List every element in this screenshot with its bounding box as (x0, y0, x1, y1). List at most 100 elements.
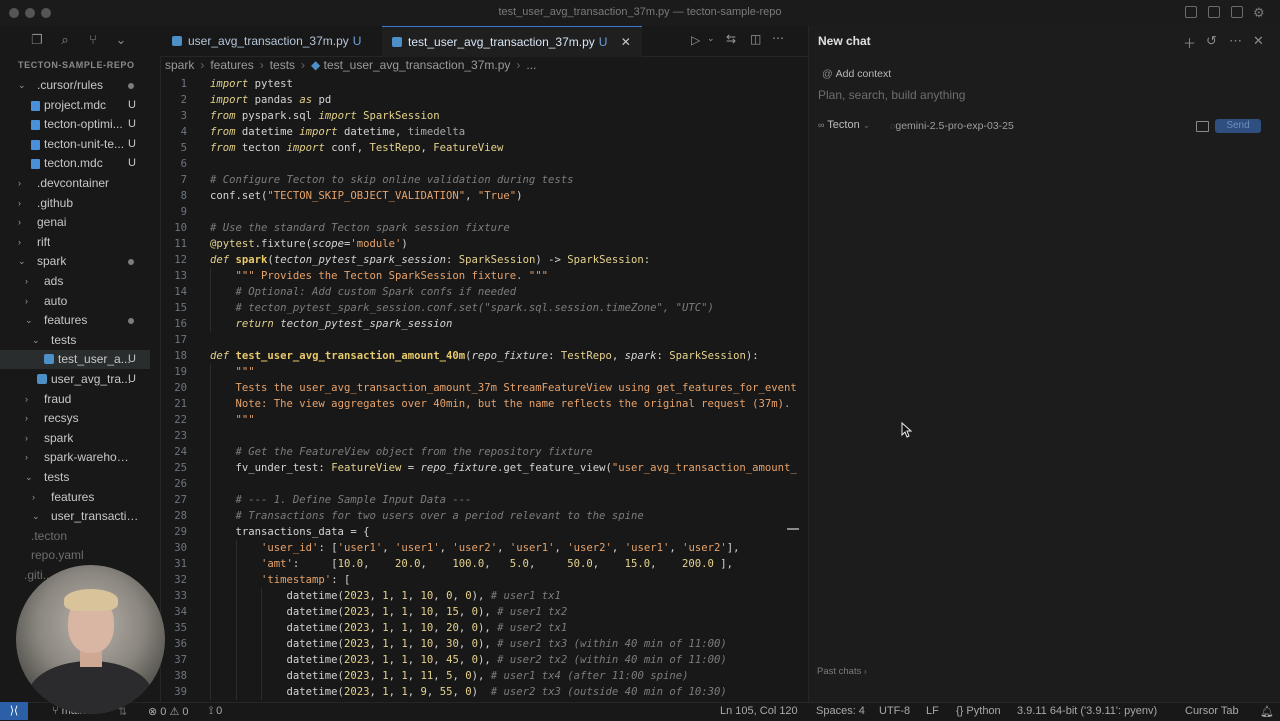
tree-item[interactable]: ⌄ spark (0, 252, 150, 271)
code-line[interactable]: 35 datetime(2023, 1, 1, 10, 20, 0), # us… (160, 620, 808, 636)
cursor-tab-indicator[interactable]: Cursor Tab (1185, 705, 1239, 717)
more-actions-icon[interactable]: ⋯ (772, 31, 784, 45)
code-line[interactable]: 39 datetime(2023, 1, 1, 9, 55, 0) # user… (160, 684, 808, 700)
code-line[interactable]: 7 # Configure Tecton to skip online valid… (160, 172, 808, 188)
code-line[interactable]: 38 datetime(2023, 1, 1, 11, 5, 0), # use… (160, 668, 808, 684)
split-editor-icon[interactable]: ◫ (750, 32, 761, 46)
ports-indicator[interactable]: ⟟ 0 (209, 705, 222, 718)
code-line[interactable]: 6 (160, 156, 808, 172)
code-line[interactable]: 8 conf.set("TECTON_SKIP_OBJECT_VALIDATION… (160, 188, 808, 204)
toggle-panel-icon[interactable] (1208, 6, 1220, 18)
breadcrumb-item[interactable]: ... (526, 58, 536, 72)
explorer-icon[interactable]: ❐ (30, 33, 44, 47)
code-line[interactable]: 21 Note: The view aggregates over 40min,… (160, 396, 808, 412)
interpreter-indicator[interactable]: 3.9.11 64-bit ('3.9.11': pyenv) (1017, 705, 1157, 717)
tree-item[interactable]: ⌄ user_transaction_... (0, 507, 150, 526)
code-line[interactable]: 20 Tests the user_avg_transaction_amount… (160, 380, 808, 396)
tree-item[interactable]: ⌄ features (0, 311, 150, 330)
tree-item[interactable]: repo.yaml (0, 546, 150, 565)
toggle-sidebar-icon[interactable] (1185, 6, 1197, 18)
tree-item[interactable]: tecton-unit-te... U (0, 135, 150, 154)
eol-indicator[interactable]: LF (926, 705, 939, 717)
code-line[interactable]: 9 (160, 204, 808, 220)
code-line[interactable]: 1 import pytest (160, 76, 808, 92)
code-line[interactable]: 36 datetime(2023, 1, 1, 10, 30, 0), # us… (160, 636, 808, 652)
code-line[interactable]: 34 datetime(2023, 1, 1, 10, 15, 0), # us… (160, 604, 808, 620)
tree-item[interactable]: user_avg_tra... U (0, 370, 150, 389)
code-line[interactable]: 29 transactions_data = { (160, 524, 808, 540)
code-line[interactable]: 23 (160, 428, 808, 444)
add-context-button[interactable]: @ Add context (818, 66, 895, 82)
tree-item[interactable]: tecton.mdc U (0, 154, 150, 173)
tree-item[interactable]: ⌄ tests (0, 331, 150, 350)
tab-test-user-avg-transaction[interactable]: test_user_avg_transaction_37m.py U ✕ (382, 26, 642, 57)
code-line[interactable]: 26 (160, 476, 808, 492)
scroll-indicator[interactable] (787, 528, 799, 530)
remote-indicator-icon[interactable]: ⟩⟨ (0, 702, 28, 720)
code-line[interactable]: 19 """ (160, 364, 808, 380)
open-changes-icon[interactable]: ⇆ (726, 32, 736, 46)
past-chats-link[interactable]: Past chats › (817, 666, 867, 677)
tree-item[interactable]: .tecton (0, 527, 150, 546)
code-line[interactable]: 24 # Get the FeatureView object from the… (160, 444, 808, 460)
code-line[interactable]: 10 # Use the standard Tecton spark sessio… (160, 220, 808, 236)
code-line[interactable]: 22 """ (160, 412, 808, 428)
tree-item[interactable]: ⌄ .cursor/rules (0, 76, 150, 95)
code-line[interactable]: 17 (160, 332, 808, 348)
notifications-icon[interactable]: 🔔︎ (1260, 705, 1274, 718)
tree-item[interactable]: project.mdc U (0, 96, 150, 115)
code-line[interactable]: 2 import pandas as pd (160, 92, 808, 108)
tree-item[interactable]: › spark-warehouse (0, 448, 150, 467)
tree-item[interactable]: tecton-optimi... U (0, 115, 150, 134)
code-line[interactable]: 30 'user_id': ['user1', 'user1', 'user2'… (160, 540, 808, 556)
breadcrumb-item[interactable]: tests (270, 58, 295, 72)
code-line[interactable]: 25 fv_under_test: FeatureView = repo_fix… (160, 460, 808, 476)
indentation-indicator[interactable]: Spaces: 4 (816, 705, 865, 717)
breadcrumb-item[interactable]: test_user_avg_transaction_37m.py (324, 58, 511, 72)
tab-user-avg-transaction[interactable]: user_avg_transaction_37m.py U (166, 26, 382, 56)
more-options-icon[interactable]: ⋯ (1229, 33, 1242, 49)
send-button[interactable]: Send (1215, 119, 1261, 133)
language-indicator[interactable]: {} Python (956, 705, 1001, 717)
code-line[interactable]: 15 # tecton_pytest_spark_session.conf.se… (160, 300, 808, 316)
code-line[interactable]: 28 # Transactions for two users over a p… (160, 508, 808, 524)
tree-item[interactable]: › .devcontainer (0, 174, 150, 193)
code-line[interactable]: 13 """ Provides the Tecton SparkSession … (160, 268, 808, 284)
code-line[interactable]: 14 # Optional: Add custom Spark confs if… (160, 284, 808, 300)
tree-item[interactable]: › ads (0, 272, 150, 291)
search-icon[interactable]: ⌕ (58, 33, 72, 47)
tree-item[interactable]: › auto (0, 292, 150, 311)
source-control-icon[interactable]: ⑂ (86, 33, 100, 47)
code-line[interactable]: 18 def test_user_avg_transaction_amount_4… (160, 348, 808, 364)
new-chat-plus-icon[interactable]: ＋ (1183, 33, 1196, 52)
attach-image-icon[interactable] (1196, 121, 1209, 132)
code-editor[interactable]: 1 import pytest 2 import pandas as pd 3 from … (160, 76, 808, 702)
history-icon[interactable]: ↺ (1206, 33, 1217, 49)
run-icon[interactable]: ▷ (691, 33, 700, 47)
problems-indicator[interactable]: ⊗ 0 ⚠ 0 (148, 705, 189, 718)
close-chat-icon[interactable]: ✕ (1253, 33, 1264, 49)
breadcrumb-item[interactable]: spark (165, 58, 194, 72)
tree-item[interactable]: › spark (0, 429, 150, 448)
chat-input[interactable]: Plan, search, build anything (818, 88, 1258, 102)
model-selector[interactable]: ◌gemini-2.5-pro-exp-03-25 (890, 120, 1014, 132)
chevron-down-icon[interactable]: ⌄ (114, 33, 128, 47)
tree-item[interactable]: › features (0, 488, 150, 507)
tree-item[interactable]: › genai (0, 213, 150, 232)
code-line[interactable]: 27 # --- 1. Define Sample Input Data --- (160, 492, 808, 508)
code-line[interactable]: 3 from pyspark.sql import SparkSession (160, 108, 808, 124)
code-line[interactable]: 12 def spark(tecton_pytest_spark_session:… (160, 252, 808, 268)
run-menu-chevron-icon[interactable]: ⌄ (707, 33, 715, 44)
settings-gear-icon[interactable]: ⚙ (1253, 5, 1265, 21)
tree-item[interactable]: › fraud (0, 390, 150, 409)
tree-item[interactable]: › .github (0, 194, 150, 213)
encoding-indicator[interactable]: UTF-8 (879, 705, 910, 717)
breadcrumb-item[interactable]: features (210, 58, 253, 72)
code-line[interactable]: 32 'timestamp': [ (160, 572, 808, 588)
tree-item[interactable]: › recsys (0, 409, 150, 428)
code-line[interactable]: 31 'amt': [10.0, 20.0, 100.0, 5.0, 50.0,… (160, 556, 808, 572)
code-line[interactable]: 33 datetime(2023, 1, 1, 10, 0, 0), # use… (160, 588, 808, 604)
code-line[interactable]: 16 return tecton_pytest_spark_session (160, 316, 808, 332)
tree-item[interactable]: test_user_a... U (0, 350, 150, 370)
code-line[interactable]: 37 datetime(2023, 1, 1, 10, 45, 0), # us… (160, 652, 808, 668)
